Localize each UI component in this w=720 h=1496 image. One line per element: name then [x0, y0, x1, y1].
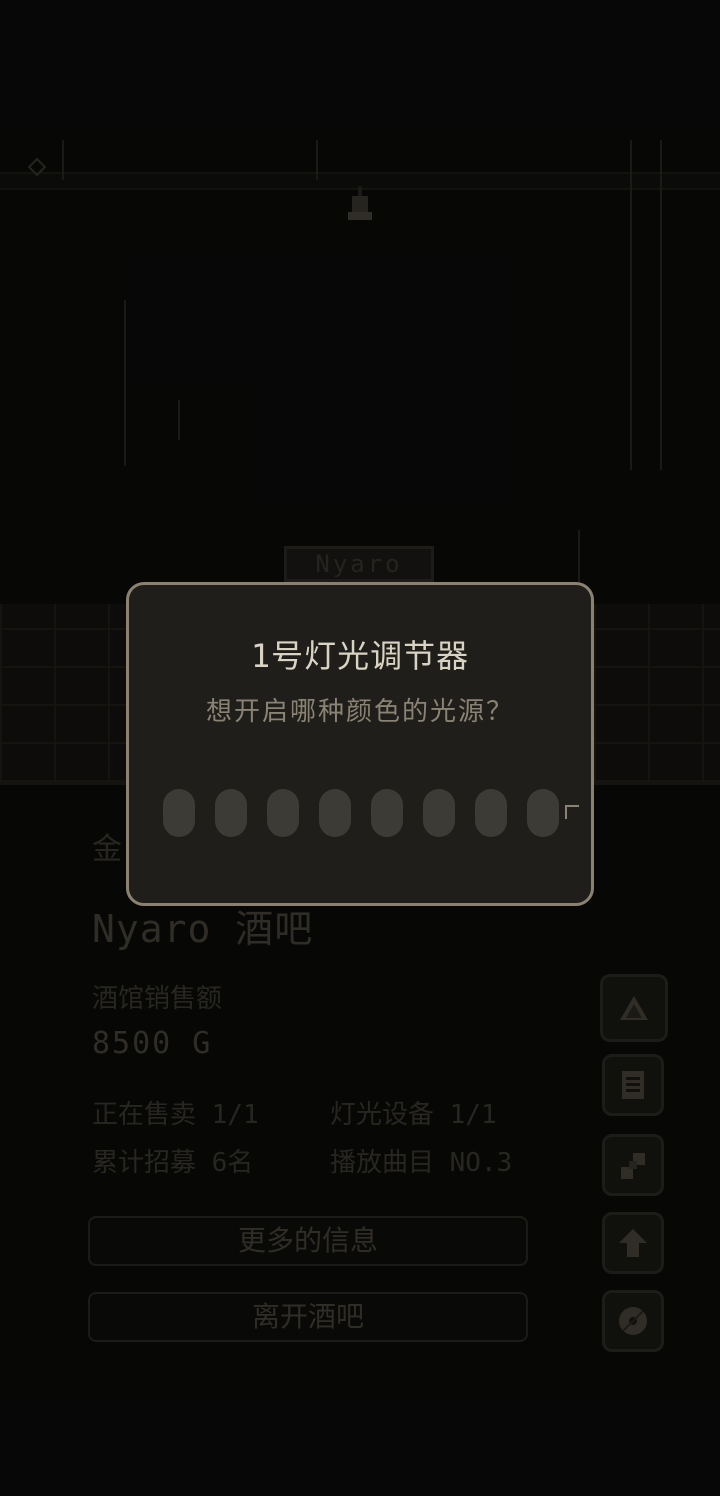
color-slot[interactable]	[267, 789, 299, 837]
color-slot[interactable]	[475, 789, 507, 837]
color-slots	[163, 789, 563, 837]
color-slot[interactable]	[527, 789, 559, 837]
color-slot[interactable]	[371, 789, 403, 837]
color-slot[interactable]	[215, 789, 247, 837]
color-slot[interactable]	[319, 789, 351, 837]
color-slot[interactable]	[163, 789, 195, 837]
light-regulator-dialog: 1号灯光调节器 想开启哪种颜色的光源？	[126, 582, 594, 906]
dialog-title: 1号灯光调节器	[250, 637, 470, 675]
dialog-question: 想开启哪种颜色的光源？	[205, 697, 514, 727]
color-slot[interactable]	[423, 789, 455, 837]
cursor-corner-icon	[565, 805, 579, 819]
